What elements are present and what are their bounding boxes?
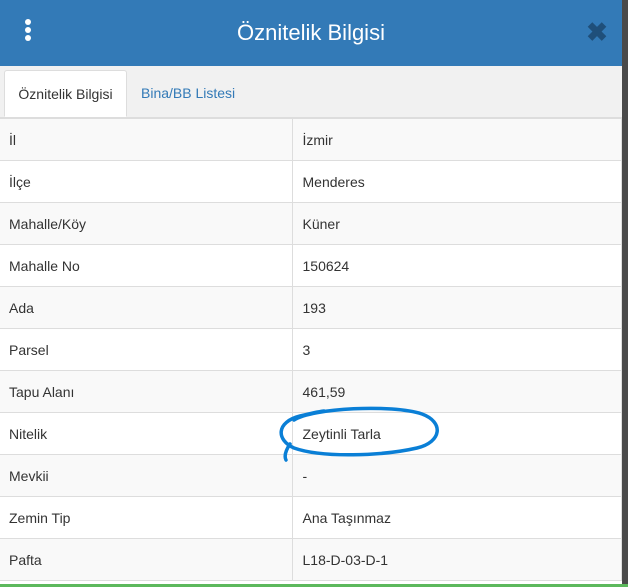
attribute-value: - bbox=[292, 454, 622, 497]
table-row: Ada 193 bbox=[0, 286, 622, 329]
attribute-key: Mahalle/Köy bbox=[0, 202, 293, 245]
close-icon[interactable]: ✖ bbox=[582, 17, 612, 47]
window-edge bbox=[622, 0, 628, 587]
attribute-key: İlçe bbox=[0, 160, 293, 203]
attribute-value: Küner bbox=[292, 202, 622, 245]
attribute-key: Nitelik bbox=[0, 412, 293, 455]
attribute-value: Zeytinli Tarla bbox=[292, 412, 622, 455]
attribute-value: 193 bbox=[292, 286, 622, 329]
table-row: Parsel 3 bbox=[0, 328, 622, 371]
attribute-value: 3 bbox=[292, 328, 622, 371]
table-row: Tapu Alanı 461,59 bbox=[0, 370, 622, 413]
attribute-key: Tapu Alanı bbox=[0, 370, 293, 413]
attribute-key: Mahalle No bbox=[0, 244, 293, 287]
attribute-value: L18-D-03-D-1 bbox=[292, 538, 622, 581]
table-row: Zemin Tip Ana Taşınmaz bbox=[0, 496, 622, 539]
attribute-key: İl bbox=[0, 118, 293, 161]
attribute-value: 461,59 bbox=[292, 370, 622, 413]
menu-dot bbox=[25, 27, 31, 33]
attribute-key: Ada bbox=[0, 286, 293, 329]
tab-attribute-info[interactable]: Öznitelik Bilgisi bbox=[4, 70, 127, 117]
table-row: İlçe Menderes bbox=[0, 160, 622, 203]
table-row: Mevkii - bbox=[0, 454, 622, 497]
attribute-value: 150624 bbox=[292, 244, 622, 287]
menu-dot bbox=[25, 19, 31, 25]
attribute-key: Zemin Tip bbox=[0, 496, 293, 539]
dialog-header: Öznitelik Bilgisi ✖ bbox=[0, 0, 622, 66]
tab-bar: Öznitelik Bilgisi Bina/BB Listesi bbox=[0, 66, 622, 118]
attribute-key: Parsel bbox=[0, 328, 293, 371]
table-row: Mahalle No 150624 bbox=[0, 244, 622, 287]
attribute-key: Pafta bbox=[0, 538, 293, 581]
table-row: Nitelik Zeytinli Tarla bbox=[0, 412, 622, 455]
table-row: İl İzmir bbox=[0, 118, 622, 161]
attribute-key: Mevkii bbox=[0, 454, 293, 497]
attribute-value: Menderes bbox=[292, 160, 622, 203]
menu-dot bbox=[25, 35, 31, 41]
attribute-value: Ana Taşınmaz bbox=[292, 496, 622, 539]
table-row: Mahalle/Köy Küner bbox=[0, 202, 622, 245]
attribute-dialog: Öznitelik Bilgisi ✖ Öznitelik Bilgisi Bi… bbox=[0, 0, 628, 587]
table-row: Pafta L18-D-03-D-1 bbox=[0, 538, 622, 581]
dialog-title: Öznitelik Bilgisi bbox=[237, 20, 385, 45]
tab-building-list[interactable]: Bina/BB Listesi bbox=[129, 70, 247, 117]
attribute-table: İl İzmir İlçe Menderes Mahalle/Köy Küner… bbox=[0, 118, 622, 581]
attribute-value: İzmir bbox=[292, 118, 622, 161]
kebab-menu-icon[interactable] bbox=[18, 19, 38, 47]
